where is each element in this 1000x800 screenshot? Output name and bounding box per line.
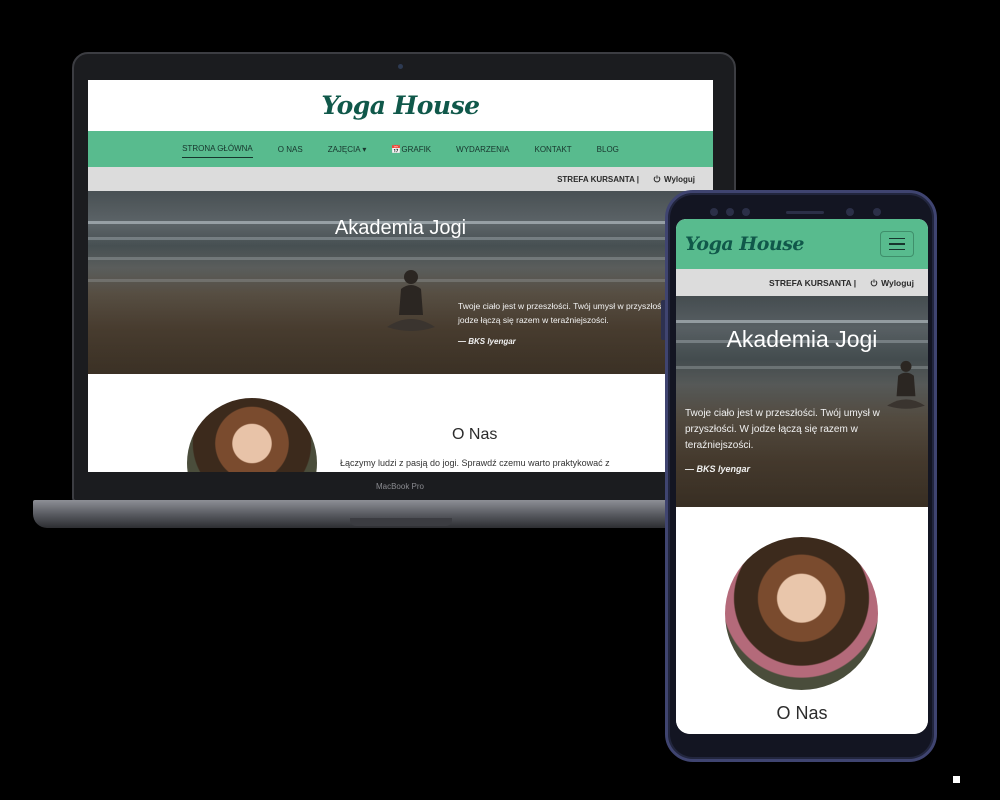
nav-contact[interactable]: KONTAKT [534,141,571,158]
calendar-icon: 📅 [391,144,402,154]
nav-classes[interactable]: ZAJĘCIA ▾ [328,141,367,158]
hero-title: Akademia Jogi [334,217,467,239]
logout-link[interactable]: Wyloguj [870,278,914,288]
hamburger-menu-icon[interactable] [880,231,914,257]
avatar [187,398,317,472]
phone-screen: Yoga House STREFA KURSANTA | Wyloguj Aka… [676,219,928,734]
nav-about[interactable]: O NAS [278,141,303,158]
about-title: O Nas [776,703,828,723]
corner-mark [953,776,960,783]
main-nav: STRONA GŁÓWNA O NAS ZAJĘCIA ▾ 📅GRAFIK WY… [88,131,713,167]
phone-sensor [873,208,881,216]
power-icon [870,278,878,286]
mobile-header: Yoga House [676,219,928,269]
about-section: O Nas Łączymy ludzi z pasją do jogi. Spr… [88,374,713,472]
phone-sensor [726,208,734,216]
hero-author: — BKS Iyengar [685,464,751,474]
site-header: Yoga House [88,80,713,131]
about-text: Łączymy ludzi z pasją do jogi. Sprawdź c… [340,458,610,468]
hamburger-line [889,248,905,251]
laptop-camera [398,64,403,69]
hero-title: Akademia Jogi [726,326,878,352]
student-zone-link[interactable]: STREFA KURSANTA | [769,278,856,288]
power-icon [653,174,661,182]
nav-blog[interactable]: BLOG [597,141,619,158]
about-section: O Nas [676,507,928,734]
nav-home[interactable]: STRONA GŁÓWNA [182,140,253,158]
user-bar: STREFA KURSANTA | Wyloguj [88,167,713,191]
hamburger-line [889,237,905,240]
nav-schedule[interactable]: 📅GRAFIK [391,141,431,158]
wave-decoration [88,257,713,260]
about-title: O Nas [452,426,498,443]
hamburger-line [889,243,905,245]
hero-section: Akademia Jogi Twoje ciało jest w przeszł… [676,296,928,507]
nav-schedule-label: GRAFIK [401,144,432,154]
logout-label: Wyloguj [664,174,695,184]
phone-sensor [710,208,718,216]
avatar [725,537,878,690]
phone-camera [846,208,854,216]
phone-sensor [742,208,750,216]
hero-author: — BKS Iyengar [458,337,516,346]
nav-events[interactable]: WYDARZENIA [456,141,509,158]
phone-speaker [786,211,824,214]
user-bar: STREFA KURSANTA | Wyloguj [676,269,928,296]
student-zone-link[interactable]: STREFA KURSANTA | [557,175,639,184]
hero-quote: Twoje ciało jest w przeszłości. Twój umy… [685,408,880,451]
hero-section: Akademia Jogi Twoje ciało jest w przeszł… [88,191,713,374]
laptop-notch [350,518,452,526]
laptop-brand-label: MacBook Pro [375,482,425,491]
meditating-person-image [387,270,435,331]
logout-link[interactable]: Wyloguj [653,175,695,184]
site-logo[interactable]: Yoga House [321,91,480,120]
laptop-screen: Yoga House STRONA GŁÓWNA O NAS ZAJĘCIA ▾… [88,80,713,472]
wave-decoration [676,320,928,323]
site-logo[interactable]: Yoga House [685,233,805,255]
logout-label: Wyloguj [881,277,914,288]
